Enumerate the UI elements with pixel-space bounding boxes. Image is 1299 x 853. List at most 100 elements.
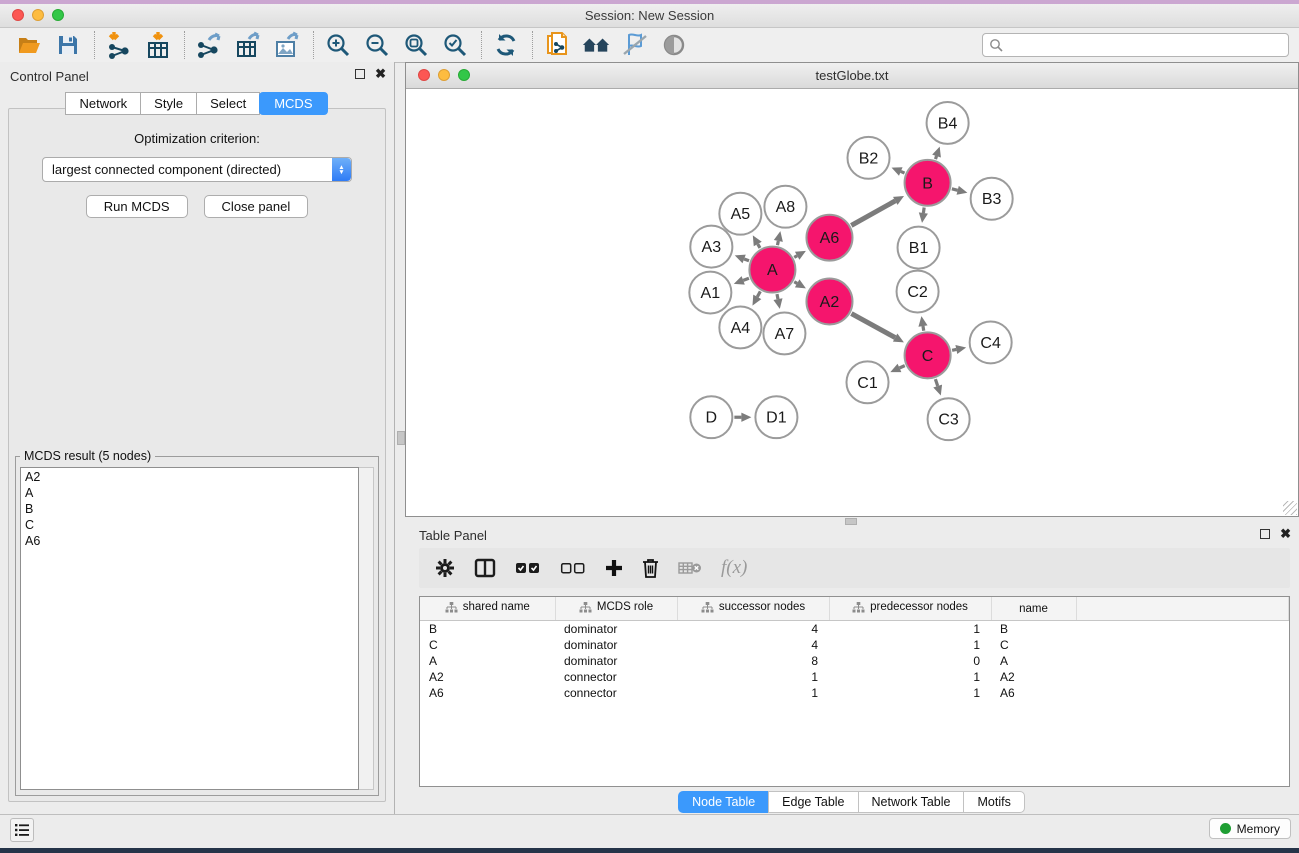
zoom-fit-icon[interactable] <box>401 30 431 60</box>
table-cell[interactable]: 4 <box>677 637 829 653</box>
hide-graphics-details-icon[interactable] <box>620 30 650 60</box>
tab-mcds[interactable]: MCDS <box>259 92 327 115</box>
graph-edge-A2-C[interactable] <box>851 314 895 338</box>
table-cell[interactable]: B <box>991 621 1076 638</box>
table-row[interactable]: Cdominator41C <box>420 637 1289 653</box>
delete-table-icon[interactable] <box>678 560 702 576</box>
graph-edge-C-C1[interactable] <box>899 366 904 368</box>
zoom-selected-icon[interactable] <box>440 30 470 60</box>
table-row[interactable]: Bdominator41B <box>420 621 1289 638</box>
table-cell[interactable]: B <box>420 621 555 638</box>
close-window-button[interactable] <box>12 9 24 21</box>
save-session-icon[interactable] <box>53 30 83 60</box>
graph-edge-C-C4[interactable] <box>952 349 956 350</box>
result-list-item[interactable]: A <box>25 485 358 501</box>
clone-network-icon[interactable] <box>542 30 572 60</box>
network-resize-grip[interactable] <box>1283 501 1297 515</box>
table-cell[interactable]: connector <box>555 685 677 701</box>
tab-select[interactable]: Select <box>196 92 260 115</box>
table-cell[interactable]: C <box>991 637 1076 653</box>
open-session-icon[interactable] <box>14 30 44 60</box>
close-panel-icon[interactable]: ✖ <box>375 69 386 79</box>
result-list-scrollbar[interactable] <box>359 467 374 790</box>
graph-edge-B-B2[interactable] <box>901 171 905 173</box>
table-cell[interactable]: dominator <box>555 621 677 638</box>
tab-motifs[interactable]: Motifs <box>963 791 1024 813</box>
table-cell[interactable]: 1 <box>677 685 829 701</box>
select-all-rows-icon[interactable] <box>515 561 541 575</box>
task-history-button[interactable] <box>10 818 34 842</box>
graph-edge-A-A4[interactable] <box>757 291 760 296</box>
float-panel-icon[interactable] <box>355 69 365 79</box>
export-network-icon[interactable] <box>194 30 224 60</box>
table-row[interactable]: Adominator80A <box>420 653 1289 669</box>
graph-edge-C-C2[interactable] <box>923 326 924 331</box>
table-cell[interactable]: A6 <box>420 685 555 701</box>
table-cell[interactable]: A2 <box>991 669 1076 685</box>
function-builder-icon[interactable]: f(x) <box>721 557 747 579</box>
graph-edge-C-C3[interactable] <box>935 379 937 386</box>
table-cell[interactable]: 1 <box>829 685 991 701</box>
search-field[interactable] <box>982 33 1289 57</box>
table-cell[interactable]: 1 <box>829 669 991 685</box>
column-header-mcds-role[interactable]: MCDS role <box>555 597 677 621</box>
tab-edge-table[interactable]: Edge Table <box>768 791 858 813</box>
column-header-successor-nodes[interactable]: successor nodes <box>677 597 829 621</box>
toggle-bird-eye-view-icon[interactable] <box>659 30 689 60</box>
column-header-name[interactable]: name <box>991 597 1076 621</box>
graph-edge-A-A2[interactable] <box>794 282 797 284</box>
table-cell[interactable]: A <box>420 653 555 669</box>
graph-edge-A-A8[interactable] <box>777 241 778 245</box>
table-cell[interactable]: 0 <box>829 653 991 669</box>
table-cell[interactable]: dominator <box>555 653 677 669</box>
network-minimize-button[interactable] <box>438 69 450 81</box>
import-table-icon[interactable] <box>143 30 173 60</box>
table-settings-icon[interactable] <box>435 558 455 578</box>
add-column-icon[interactable] <box>605 559 623 577</box>
search-input[interactable] <box>1008 37 1282 53</box>
vertical-split-grip[interactable] <box>397 431 405 445</box>
result-list-item[interactable]: A2 <box>25 469 358 485</box>
network-close-button[interactable] <box>418 69 430 81</box>
graph-edge-A6-B[interactable] <box>851 201 895 226</box>
close-table-panel-icon[interactable]: ✖ <box>1280 529 1291 539</box>
table-cell[interactable]: A <box>991 653 1076 669</box>
graph-edge-B-B4[interactable] <box>935 156 936 159</box>
table-cell[interactable]: dominator <box>555 637 677 653</box>
float-table-panel-icon[interactable] <box>1260 529 1270 539</box>
result-list-item[interactable]: B <box>25 501 358 517</box>
tab-network-table[interactable]: Network Table <box>858 791 965 813</box>
table-cell[interactable]: 1 <box>829 621 991 638</box>
table-row[interactable]: A6connector11A6 <box>420 685 1289 701</box>
table-cell[interactable]: C <box>420 637 555 653</box>
result-list-item[interactable]: C <box>25 517 358 533</box>
table-cell[interactable]: 8 <box>677 653 829 669</box>
table-row[interactable]: A2connector11A2 <box>420 669 1289 685</box>
run-mcds-button[interactable]: Run MCDS <box>86 195 188 218</box>
memory-button[interactable]: Memory <box>1209 818 1291 839</box>
export-image-icon[interactable] <box>272 30 302 60</box>
graph-edge-B-B1[interactable] <box>923 207 924 213</box>
graph-edge-A-A6[interactable] <box>794 256 797 258</box>
graph-edge-A-A7[interactable] <box>777 294 778 299</box>
table-cell[interactable]: 1 <box>829 637 991 653</box>
table-cell[interactable]: A6 <box>991 685 1076 701</box>
column-header-shared-name[interactable]: shared name <box>420 597 555 621</box>
zoom-window-button[interactable] <box>52 9 64 21</box>
zoom-out-icon[interactable] <box>362 30 392 60</box>
apply-layout-icon[interactable] <box>491 30 521 60</box>
import-network-icon[interactable] <box>104 30 134 60</box>
criterion-dropdown[interactable]: largest connected component (directed) ▲… <box>42 157 352 182</box>
close-panel-button[interactable]: Close panel <box>204 195 309 218</box>
delete-column-icon[interactable] <box>642 558 659 578</box>
column-visibility-icon[interactable] <box>474 558 496 578</box>
export-table-icon[interactable] <box>233 30 263 60</box>
minimize-window-button[interactable] <box>32 9 44 21</box>
column-header-predecessor-nodes[interactable]: predecessor nodes <box>829 597 991 621</box>
result-list-item[interactable]: A6 <box>25 533 358 549</box>
network-zoom-button[interactable] <box>458 69 470 81</box>
table-cell[interactable]: 1 <box>677 669 829 685</box>
home-view-icon[interactable] <box>581 30 611 60</box>
tab-style[interactable]: Style <box>140 92 197 115</box>
table-cell[interactable]: connector <box>555 669 677 685</box>
